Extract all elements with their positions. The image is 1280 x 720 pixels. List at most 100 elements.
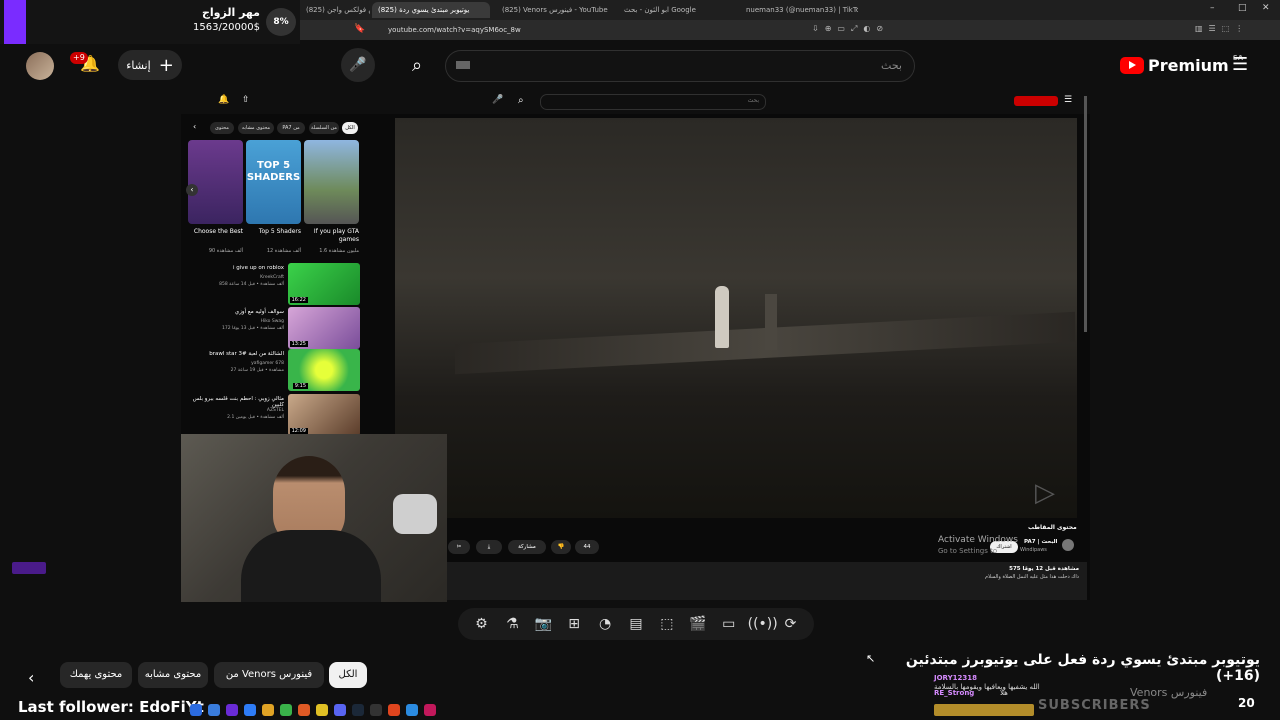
streamer-body: [241, 530, 381, 602]
short-title[interactable]: Choose the Best: [188, 228, 243, 236]
channel-avatar[interactable]: [1062, 539, 1074, 551]
extension-icons[interactable]: ▥☰⬚⋮: [1195, 24, 1249, 33]
folder-icon[interactable]: [316, 704, 328, 716]
related-video[interactable]: 12:09 مثالي زوبي : احطم بنت قلسه ببرو بل…: [190, 394, 360, 436]
broadcast-icon[interactable]: ((•)): [748, 616, 778, 632]
screen-icon[interactable]: ▭: [717, 616, 741, 632]
description-box[interactable]: 575 مشاهدة قبل 12 يومًا ذاك دحلت هذا مثل…: [447, 562, 1087, 600]
related-video[interactable]: 13:25 سوالف أوليه مع أوزي Hiko Swag 172 …: [190, 307, 360, 349]
inner-search-input[interactable]: بحث: [540, 94, 766, 110]
related-channel: AZSTEL: [266, 408, 284, 413]
app-icon[interactable]: [424, 704, 436, 716]
inner-bell-icon[interactable]: 🔔: [218, 95, 229, 105]
related-video[interactable]: 9:15 brawl star 3# الشالثة من لعبة yafig…: [190, 349, 360, 391]
related-video[interactable]: 16:22 i give up on roblox KreekCraft 858…: [190, 263, 360, 305]
chevron-left-icon[interactable]: ‹: [193, 122, 196, 131]
short-title[interactable]: If you play GTA games: [304, 228, 359, 244]
inner-scrollbar[interactable]: [1084, 96, 1087, 332]
app-icon[interactable]: [244, 704, 256, 716]
related-channel: KreekCraft: [260, 275, 284, 280]
menu-icon[interactable]: ☰: [1232, 54, 1248, 75]
chip-similar[interactable]: محتوى مشابه: [238, 122, 274, 134]
browser-tab[interactable]: ابو الثون - بحث Google: [618, 2, 736, 18]
carousel-prev-button[interactable]: ‹: [186, 184, 198, 196]
maximize-icon[interactable]: □: [1238, 3, 1247, 13]
browser-tab[interactable]: (825) عروض فولكس واجن: [300, 2, 370, 18]
aspect-icon[interactable]: ⬚: [655, 616, 679, 632]
short-thumb-text: TOP 5 SHADERS: [246, 160, 301, 183]
add-icon[interactable]: ⊞: [562, 616, 586, 632]
short-thumb[interactable]: [304, 140, 359, 224]
chip-all[interactable]: الكل: [342, 122, 358, 134]
counter: 20: [1238, 696, 1255, 710]
inner-menu-icon[interactable]: ☰: [1064, 95, 1072, 105]
clip-button[interactable]: ✂: [448, 540, 470, 554]
minimize-icon[interactable]: –: [1210, 3, 1215, 13]
inner-mic-icon[interactable]: 🎤: [492, 95, 503, 105]
chevron-left-icon[interactable]: ‹: [28, 668, 34, 687]
share-button[interactable]: مشاركة: [508, 540, 546, 554]
search-input[interactable]: بحث: [445, 50, 915, 82]
chip-series[interactable]: من السلسلة: [309, 122, 339, 134]
chip-all-bottom[interactable]: الكل: [329, 662, 367, 688]
chip-content[interactable]: محتوى: [210, 122, 234, 134]
app-icon[interactable]: [208, 704, 220, 716]
gear-icon[interactable]: ⚙: [469, 616, 493, 632]
short-title[interactable]: Top 5 Shaders: [246, 228, 301, 236]
donation-goal-widget: مهر الزواج 1563/20000$ 8%: [0, 0, 300, 46]
plus-icon: +: [158, 54, 174, 76]
goal-percent: 8%: [266, 8, 296, 36]
short-thumb[interactable]: [188, 140, 243, 224]
duration-badge: 16:22: [289, 297, 308, 303]
inner-search-icon[interactable]: ⌕: [518, 95, 524, 106]
like-button[interactable]: 44: [575, 540, 599, 554]
speed-icon[interactable]: ◔: [593, 616, 617, 632]
app-icon[interactable]: [262, 704, 274, 716]
whatsapp-icon[interactable]: [280, 704, 292, 716]
chip-foryou[interactable]: محتوى يهمك: [60, 662, 132, 688]
brave-icon[interactable]: [298, 704, 310, 716]
browser-tab[interactable]: (825) Venors فينورس - YouTube: [496, 2, 614, 18]
short-thumb[interactable]: TOP 5 SHADERS: [246, 140, 301, 224]
browser-toolbar-icons[interactable]: ⇩⊕▭⤢◐⊘: [812, 24, 889, 34]
app-icon[interactable]: [370, 704, 382, 716]
clip-icon[interactable]: 🎬: [686, 616, 710, 632]
youtube-logo[interactable]: Premium SA: [1120, 54, 1243, 76]
logo-text: Premium: [1148, 55, 1229, 75]
browser-tab-active[interactable]: (825) يوتيوبر مبتدئ يسوي ردة: [372, 2, 490, 18]
subtitles-icon[interactable]: ▤: [624, 616, 648, 632]
bookmark-icon[interactable]: 🔖: [354, 24, 365, 34]
loop-icon[interactable]: ⟳: [779, 616, 803, 632]
keyboard-icon[interactable]: [456, 61, 470, 69]
inner-upload-icon[interactable]: ⇧: [242, 95, 250, 105]
app-icon[interactable]: [190, 704, 202, 716]
chip-venors[interactable]: من Venors فينورس: [214, 662, 324, 688]
search-icon[interactable]: ⌕: [400, 48, 434, 82]
app-icon[interactable]: [388, 704, 400, 716]
app-icon[interactable]: [406, 704, 418, 716]
stream-overlay-tag: [12, 562, 46, 574]
close-icon[interactable]: ✕: [1262, 3, 1270, 13]
activate-windows-subtitle: Go to Settings to: [938, 547, 998, 555]
browser-tab[interactable]: nueman33 (@nueman33) | TikTok: [740, 2, 858, 18]
app-icon[interactable]: [226, 704, 238, 716]
flask-icon[interactable]: ⚗: [500, 616, 524, 632]
save-button[interactable]: ⤓: [476, 540, 502, 554]
pillar: [765, 294, 777, 350]
create-button[interactable]: إنشاء +: [118, 50, 182, 80]
chat-message: هلا: [1000, 689, 1008, 697]
chip-similar-bottom[interactable]: محتوى مشابه: [138, 662, 208, 688]
notification-badge: +9: [70, 52, 88, 64]
chip-pa7[interactable]: PA7 من: [277, 122, 305, 134]
camera-icon[interactable]: 📷: [531, 616, 555, 632]
steam-icon[interactable]: [352, 704, 364, 716]
inner-youtube-logo[interactable]: [1014, 96, 1058, 106]
short-meta: 1.6 مليون مشاهدة: [319, 248, 359, 254]
discord-icon[interactable]: [334, 704, 346, 716]
channel-name[interactable]: PA7 | البحث: [1024, 539, 1057, 545]
related-title: سوالف أوليه مع أوزي: [234, 309, 284, 315]
dislike-button[interactable]: 👎: [551, 540, 571, 554]
avatar[interactable]: [26, 52, 54, 80]
mic-button[interactable]: 🎤: [341, 48, 375, 82]
taskbar: [190, 700, 520, 720]
